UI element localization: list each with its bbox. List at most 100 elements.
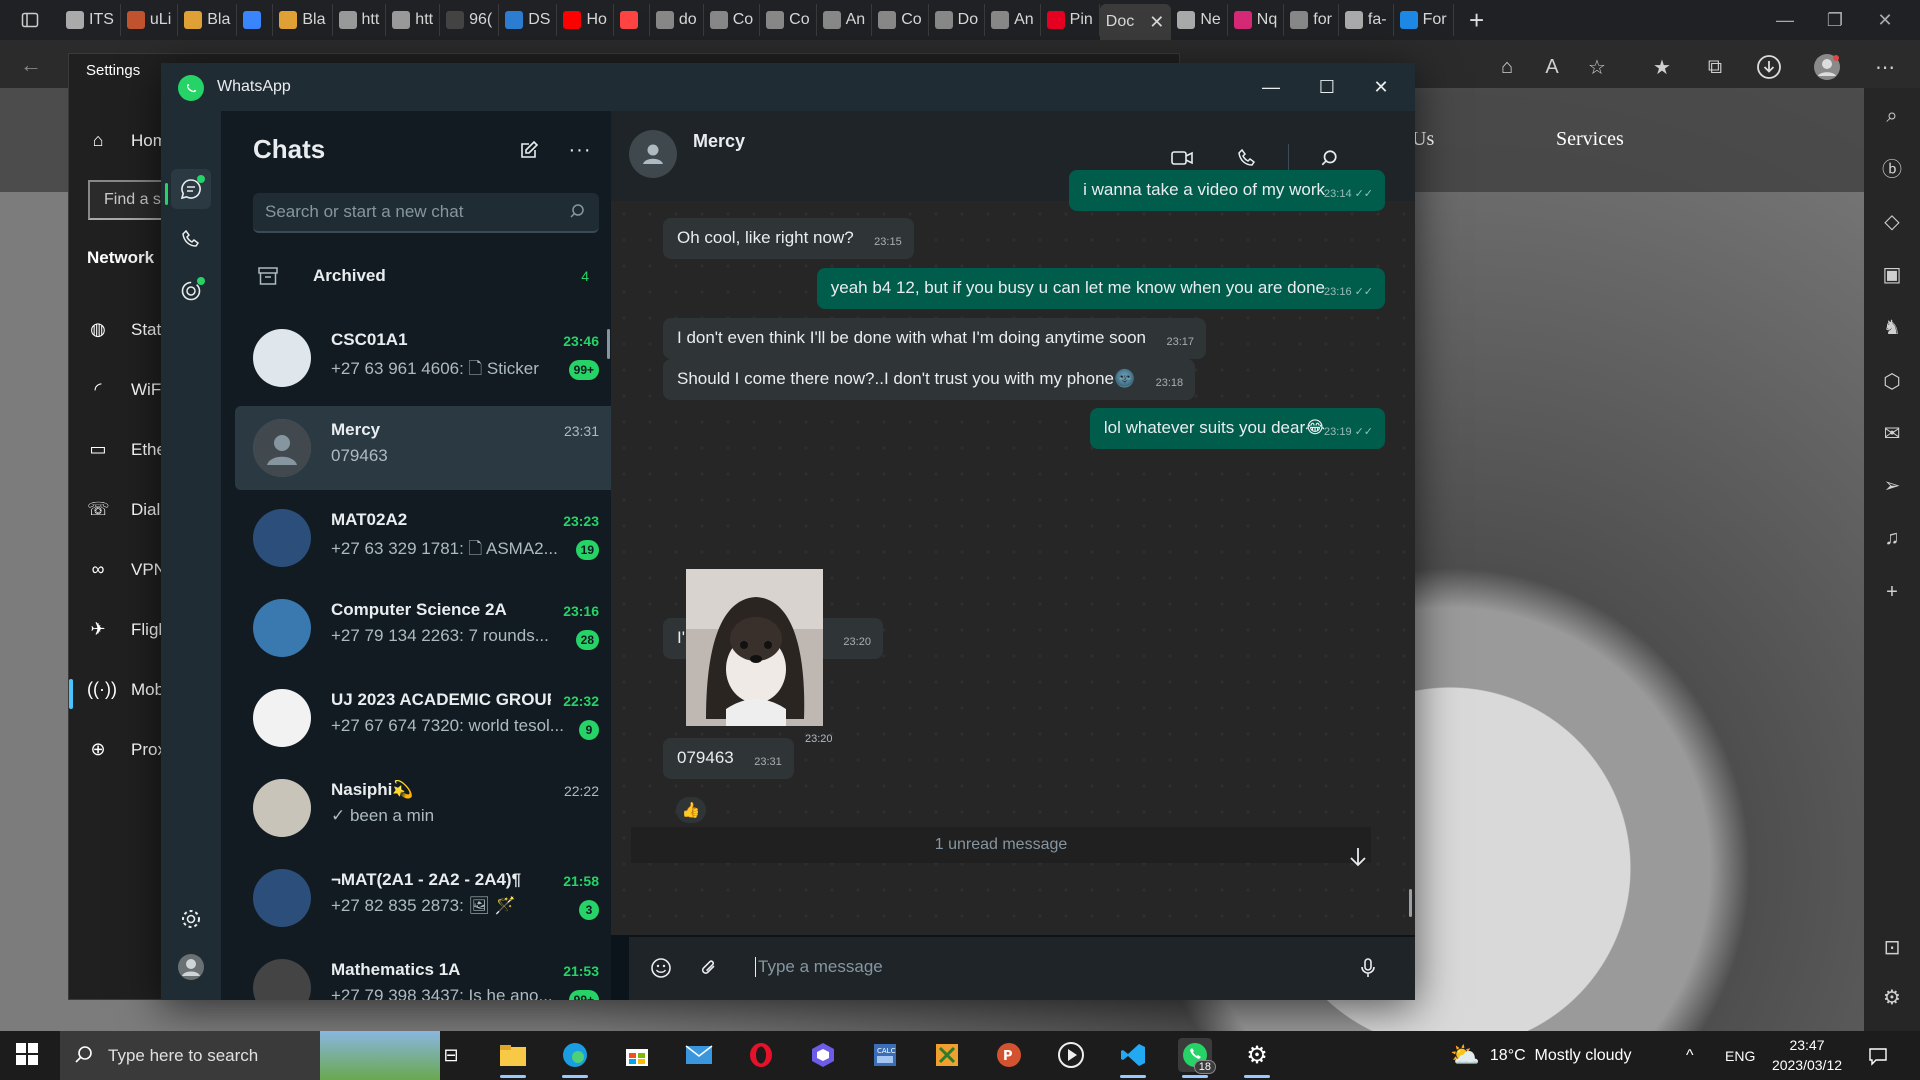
photo-message[interactable] xyxy=(686,569,823,726)
weather-widget[interactable]: ⛅ 18°C Mostly cloudy xyxy=(1450,1031,1631,1080)
tab-6[interactable]: htt xyxy=(386,4,441,36)
downloads-icon[interactable] xyxy=(1754,52,1784,82)
tab-after-0[interactable]: Ne xyxy=(1171,4,1228,36)
chat-list-item[interactable]: UJ 2023 ACADEMIC GROUP +27 67 674 7320: w… xyxy=(235,676,611,760)
games-icon[interactable]: ♞ xyxy=(1880,316,1904,340)
bing-chat-icon[interactable]: ⓑ xyxy=(1880,158,1904,182)
settings-home[interactable]: ⌂ Hom xyxy=(87,130,167,151)
new-chat-button[interactable] xyxy=(514,135,544,165)
tab-17[interactable]: An xyxy=(985,4,1041,36)
new-tab-button[interactable]: + xyxy=(1454,5,1500,36)
store-app[interactable] xyxy=(620,1038,654,1072)
split-screen-icon[interactable]: ⊡ xyxy=(1880,936,1904,960)
tab-13[interactable]: Co xyxy=(760,4,817,36)
chat-list-item[interactable]: Mathematics 1A +27 79 398 3437: Is he ano… xyxy=(235,946,611,1000)
chat-search-input[interactable]: Search or start a new chat xyxy=(253,193,599,233)
rail-status-button[interactable] xyxy=(171,271,211,311)
rail-profile-button[interactable] xyxy=(171,947,211,987)
tab-14[interactable]: An xyxy=(817,4,873,36)
settings-item-dialup[interactable]: ☏ Dial- xyxy=(87,499,166,520)
office-icon[interactable]: ⬡ xyxy=(1880,370,1904,394)
shopping-tag-icon[interactable]: ◇ xyxy=(1880,210,1904,234)
copilot-app[interactable] xyxy=(806,1038,840,1072)
media-player-app[interactable] xyxy=(1054,1038,1088,1072)
settings-item-mobile[interactable]: ((·)) Mob xyxy=(87,679,164,700)
message-scrollbar[interactable] xyxy=(1409,889,1412,917)
tab-active[interactable]: Doc ✕ xyxy=(1099,4,1172,40)
tab-after-4[interactable]: For xyxy=(1394,4,1454,36)
rail-calls-button[interactable] xyxy=(171,219,211,259)
chat-list-item[interactable]: Nasiphi💫 ✓ been a min 22:22 xyxy=(235,766,611,850)
send-icon[interactable]: ➢ xyxy=(1880,474,1904,498)
outgoing-message[interactable]: yeah b4 12, but if you busy u can let me… xyxy=(816,268,1385,309)
add-sidebar-app-icon[interactable]: + xyxy=(1880,580,1904,604)
read-aloud-icon[interactable]: A xyxy=(1537,52,1567,82)
scroll-to-bottom-button[interactable] xyxy=(1343,842,1373,872)
nav-link-services[interactable]: Services xyxy=(1556,128,1624,151)
tab-1[interactable]: uLi xyxy=(121,4,179,36)
wa-minimize-button[interactable]: — xyxy=(1251,71,1291,103)
start-button[interactable] xyxy=(15,1042,39,1071)
more-menu-icon[interactable]: ⋯ xyxy=(1870,52,1900,82)
input-language[interactable]: ENG xyxy=(1725,1031,1755,1080)
close-tab-icon[interactable]: ✕ xyxy=(1149,12,1164,33)
video-call-button[interactable] xyxy=(1167,143,1197,173)
attach-button[interactable] xyxy=(694,953,724,983)
voice-call-button[interactable] xyxy=(1232,143,1262,173)
powerpoint-app[interactable]: P xyxy=(992,1038,1026,1072)
chat-list-item[interactable]: Mercy 079463 23:31 xyxy=(235,406,611,490)
calculator-app[interactable]: CALC xyxy=(868,1038,902,1072)
favorites-icon[interactable]: ★ xyxy=(1647,52,1677,82)
outlook-icon[interactable]: ✉ xyxy=(1880,422,1904,446)
rail-settings-button[interactable] xyxy=(171,899,211,939)
snip-tool-app[interactable] xyxy=(930,1038,964,1072)
settings-item-ethernet[interactable]: ▭ Ethe xyxy=(87,439,166,460)
chat-list-item[interactable]: CSC01A1 +27 63 961 4606: 🗋 Sticker 23:46 99… xyxy=(235,316,611,400)
taskbar-search-box[interactable]: Type here to search xyxy=(60,1031,440,1080)
show-hidden-icons-button[interactable]: ^ xyxy=(1686,1031,1694,1080)
tab-9[interactable]: Ho xyxy=(557,4,614,36)
tab-actions-button[interactable] xyxy=(0,0,60,40)
collections-icon[interactable]: ⧉ xyxy=(1700,52,1730,82)
outgoing-message[interactable]: lol whatever suits you dear😂 23:19 ✓✓ xyxy=(1089,408,1385,449)
incoming-message[interactable]: Oh cool, like right now? 23:15 xyxy=(663,218,914,259)
outgoing-message[interactable]: i wanna take a video of my work 23:14 ✓✓ xyxy=(1069,170,1385,211)
tag-icon[interactable]: ⌂ xyxy=(1492,52,1522,82)
chat-list-item[interactable]: MAT02A2 +27 63 329 1781: 🗋 ASMA2... 23:23 1… xyxy=(235,496,611,580)
browser-close-button[interactable]: ✕ xyxy=(1850,0,1920,40)
sidebar-settings-icon[interactable]: ⚙ xyxy=(1880,986,1904,1010)
tab-after-3[interactable]: fa- xyxy=(1339,4,1394,36)
settings-item-flight[interactable]: ✈ Fligh xyxy=(87,619,167,640)
whatsapp-taskbar-app[interactable]: 18 xyxy=(1178,1038,1216,1078)
chat-list-menu-button[interactable]: ··· xyxy=(565,135,595,165)
tab-5[interactable]: htt xyxy=(333,4,387,36)
tab-11[interactable]: do xyxy=(650,4,704,36)
tab-after-1[interactable]: Nq xyxy=(1228,4,1285,36)
voice-message-button[interactable] xyxy=(1353,953,1383,983)
profile-avatar[interactable] xyxy=(1812,52,1842,82)
add-favorite-icon[interactable]: ☆ xyxy=(1582,52,1612,82)
incoming-message[interactable]: 079463 23:31 xyxy=(663,738,794,779)
incoming-message[interactable]: Should I come there now?..I don't trust … xyxy=(663,359,1196,400)
mail-app[interactable] xyxy=(682,1038,716,1072)
tab-2[interactable]: Bla xyxy=(178,4,238,36)
nav-link-us[interactable]: Us xyxy=(1412,128,1434,151)
notification-center-button[interactable] xyxy=(1868,1031,1888,1080)
back-arrow-icon[interactable]: ← xyxy=(20,52,42,78)
tab-7[interactable]: 96( xyxy=(440,4,500,36)
wa-maximize-button[interactable]: ☐ xyxy=(1307,71,1347,103)
rail-chats-button[interactable] xyxy=(171,169,211,209)
tab-15[interactable]: Co xyxy=(872,4,929,36)
settings-taskbar-app[interactable]: ⚙ xyxy=(1240,1038,1274,1078)
opera-app[interactable] xyxy=(744,1038,778,1072)
tab-4[interactable]: Bla xyxy=(273,4,333,36)
incoming-message[interactable]: I don't even think I'll be done with wha… xyxy=(663,318,1207,359)
vscode-app[interactable] xyxy=(1116,1038,1150,1078)
contact-avatar[interactable] xyxy=(629,130,677,178)
tab-3[interactable] xyxy=(237,4,274,36)
emoji-button[interactable] xyxy=(646,953,676,983)
chat-list-item[interactable]: Computer Science 2A +27 79 134 2263: 7 ro… xyxy=(235,586,611,670)
chat-list-item[interactable]: ¬MAT(2A1 - 2A2 - 2A4)¶ +27 82 835 2873: 🖼… xyxy=(235,856,611,940)
tab-8[interactable]: DS xyxy=(499,4,558,36)
tab-0[interactable]: ITS xyxy=(60,4,121,36)
